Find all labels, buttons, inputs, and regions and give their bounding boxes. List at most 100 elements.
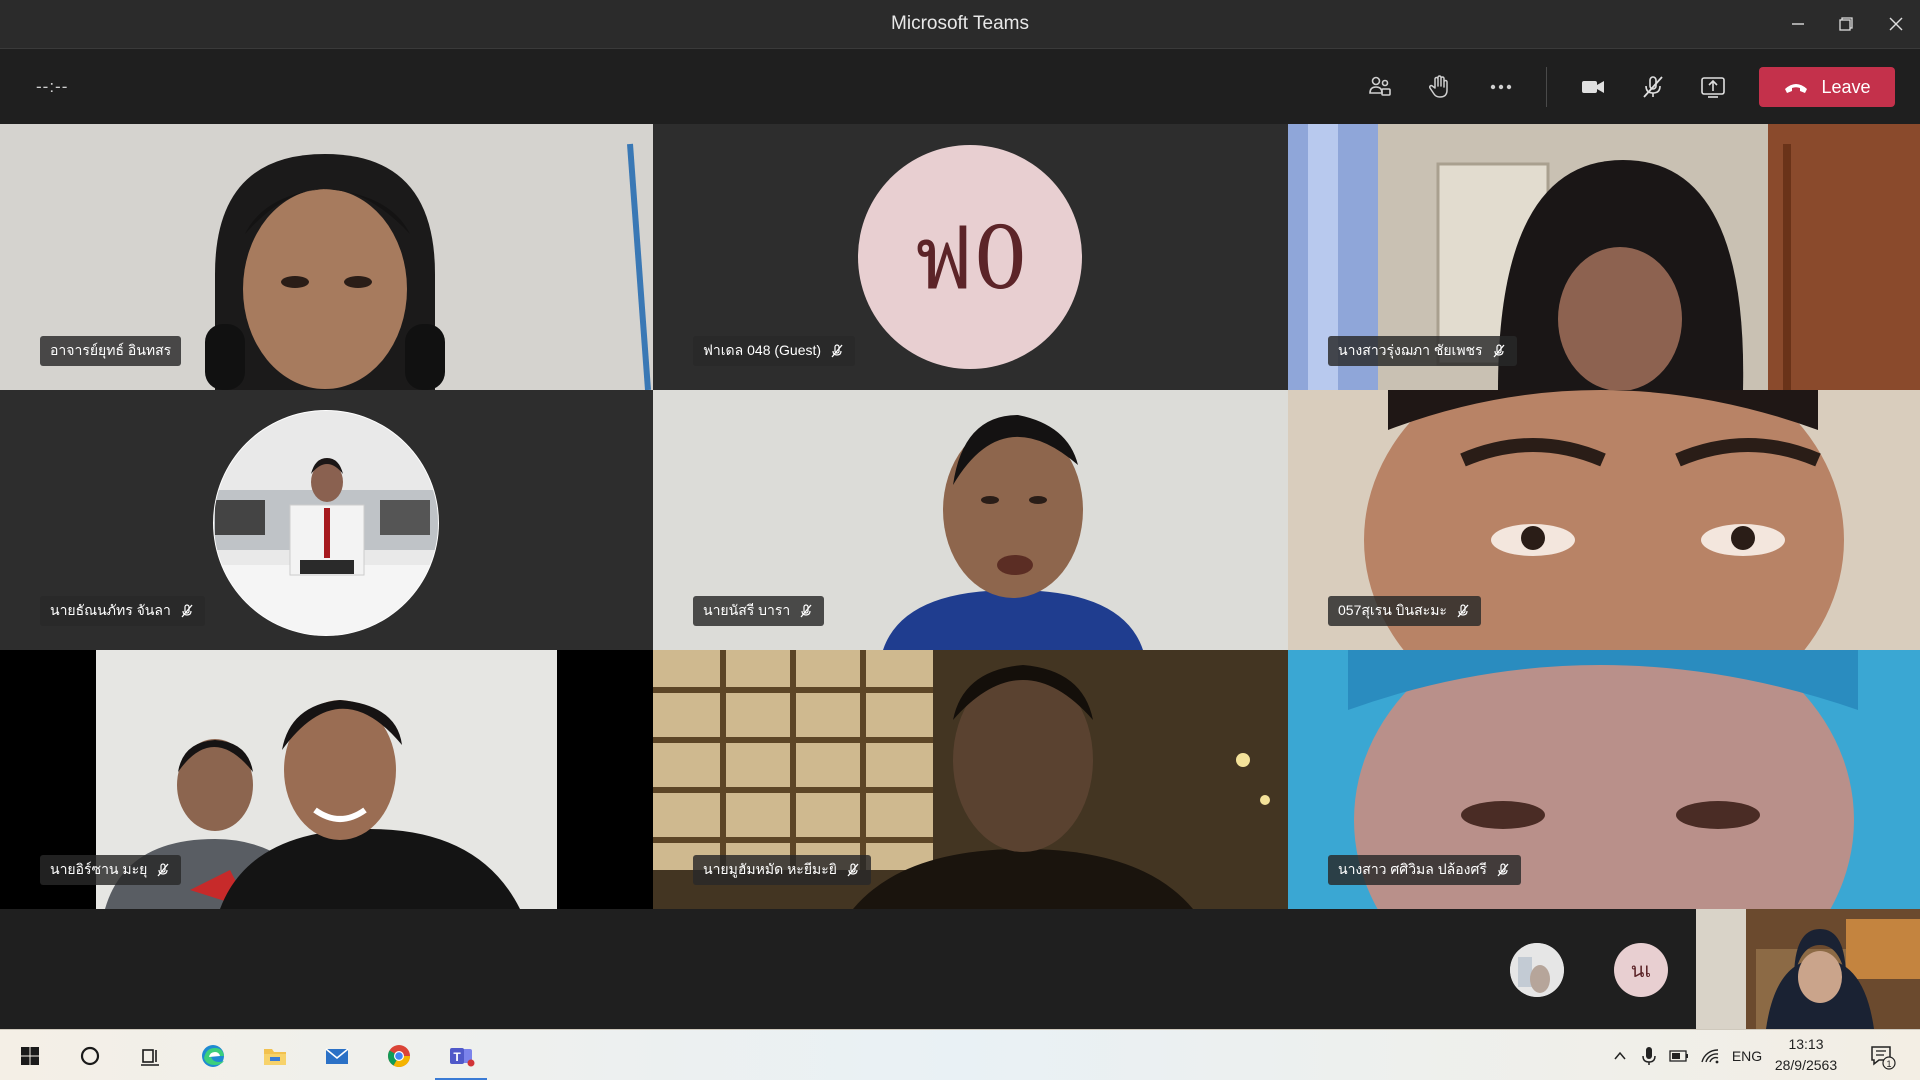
hand-icon bbox=[1428, 75, 1448, 98]
participants-icon bbox=[1369, 76, 1391, 96]
participant-name-tag: นายอิร์ซาน มะยุ bbox=[40, 855, 182, 885]
participant-name: ฟาเดล 048 (Guest) bbox=[703, 342, 822, 358]
microphone-muted-icon bbox=[1643, 76, 1663, 98]
microphone-muted-icon bbox=[1497, 863, 1509, 877]
share-screen-button[interactable] bbox=[1691, 67, 1735, 107]
toolbar-divider bbox=[1546, 67, 1547, 107]
avatar-initials: นเ bbox=[1630, 958, 1652, 982]
task-view-icon bbox=[141, 1048, 159, 1066]
taskbar-file-explorer[interactable] bbox=[245, 1030, 305, 1080]
task-view-button[interactable] bbox=[120, 1030, 180, 1080]
taskbar-chrome[interactable] bbox=[369, 1030, 429, 1080]
search-button[interactable] bbox=[60, 1030, 120, 1080]
participants-button[interactable] bbox=[1358, 67, 1402, 107]
microphone-muted-icon bbox=[1493, 344, 1505, 358]
more-icon bbox=[1490, 84, 1512, 90]
tray-battery[interactable] bbox=[1665, 1030, 1693, 1080]
participant-avatar: ฟ0 bbox=[858, 145, 1082, 369]
close-icon bbox=[1889, 17, 1903, 31]
participant-avatar-initials[interactable]: นเ bbox=[1614, 943, 1668, 997]
self-view-video[interactable] bbox=[1696, 909, 1920, 1029]
microphone-button[interactable] bbox=[1631, 67, 1675, 107]
video-tile[interactable]: นายมูฮัมหมัด หะยีมะยิ bbox=[653, 650, 1288, 909]
participant-name: นางสาวรุ่งฌภา ชัยเพชร bbox=[1338, 342, 1483, 358]
participant-name-tag: นายนัสรี บารา bbox=[693, 596, 825, 626]
video-tile[interactable]: นางสาว ศศิวิมล ปล้องศรี bbox=[1288, 650, 1920, 909]
video-tile[interactable]: นายอิร์ซาน มะยุ bbox=[0, 650, 653, 909]
participant-name: นายนัสรี บารา bbox=[703, 602, 791, 618]
microphone-muted-icon bbox=[1457, 604, 1469, 618]
windows-taskbar: T ENG 13:13 28/9/2563 1 bbox=[0, 1029, 1920, 1080]
edge-browser-icon bbox=[202, 1044, 224, 1067]
windows-logo-icon bbox=[21, 1046, 39, 1065]
notification-badge: 1 bbox=[1886, 1059, 1891, 1069]
clock-date: 28/9/2563 bbox=[1774, 1057, 1838, 1073]
video-tile[interactable]: ฟ0 ฟาเดล 048 (Guest) bbox=[653, 124, 1288, 390]
title-bar: Microsoft Teams bbox=[0, 0, 1920, 49]
leave-button[interactable]: Leave bbox=[1759, 67, 1895, 107]
tray-wifi[interactable] bbox=[1696, 1030, 1724, 1080]
participant-name: นายอิร์ซาน มะยุ bbox=[50, 861, 148, 877]
participant-name-tag: นางสาว ศศิวิมล ปล้องศรี bbox=[1328, 855, 1521, 885]
microphone-muted-icon bbox=[157, 863, 169, 877]
teams-icon: T bbox=[450, 1047, 475, 1066]
taskbar-edge[interactable] bbox=[183, 1030, 243, 1080]
camera-icon bbox=[1582, 81, 1604, 93]
restore-icon bbox=[1839, 17, 1853, 31]
microphone-muted-icon bbox=[800, 604, 812, 618]
self-video bbox=[1696, 909, 1920, 1029]
window-title: Microsoft Teams bbox=[891, 13, 1029, 34]
microphone-icon bbox=[1642, 1046, 1656, 1065]
avatar-photo bbox=[1510, 943, 1564, 997]
avatar-initials: ฟ0 bbox=[912, 208, 1028, 309]
participant-name-tag: นายมูฮัมหมัด หะยีมะยิ bbox=[693, 855, 871, 885]
microphone-muted-icon bbox=[847, 863, 859, 877]
microphone-muted-icon bbox=[831, 344, 843, 358]
clock-time: 13:13 bbox=[1788, 1036, 1824, 1052]
video-tile[interactable]: อาจารย์ยุทธ์ อินทสร bbox=[0, 124, 653, 390]
participant-name-tag: 057สุเรน บินสะมะ bbox=[1328, 596, 1481, 626]
participant-name: นายมูฮัมหมัด หะยีมะยิ bbox=[703, 861, 837, 877]
mail-icon bbox=[325, 1047, 349, 1064]
meeting-timer: --:-- bbox=[36, 77, 69, 96]
participant-name: 057สุเรน บินสะมะ bbox=[1338, 602, 1447, 618]
svg-text:T: T bbox=[453, 1050, 461, 1064]
participant-name: อาจารย์ยุทธ์ อินทสร bbox=[50, 342, 172, 358]
video-tile[interactable]: นายธัณนภัทร จันลา bbox=[0, 390, 653, 650]
notification-icon: 1 bbox=[1871, 1045, 1896, 1070]
more-actions-button[interactable] bbox=[1479, 67, 1523, 107]
close-window-button[interactable] bbox=[1866, 0, 1920, 48]
raise-hand-button[interactable] bbox=[1418, 67, 1462, 107]
tray-microphone[interactable] bbox=[1636, 1030, 1662, 1080]
share-tray-icon bbox=[1701, 77, 1725, 98]
participant-name-tag: นางสาวรุ่งฌภา ชัยเพชร bbox=[1328, 336, 1517, 366]
taskbar-clock[interactable]: 13:13 28/9/2563 bbox=[1756, 1034, 1856, 1076]
start-button[interactable] bbox=[0, 1030, 60, 1080]
participant-name: นายธัณนภัทร จันลา bbox=[50, 602, 171, 618]
meeting-toolbar: --:-- Leave bbox=[0, 49, 1920, 124]
participant-name: นางสาว ศศิวิมล ปล้องศรี bbox=[1338, 861, 1487, 877]
video-tile[interactable]: นางสาวรุ่งฌภา ชัยเพชร bbox=[1288, 124, 1920, 390]
taskbar-mail[interactable] bbox=[307, 1030, 367, 1080]
action-center-button[interactable]: 1 bbox=[1862, 1030, 1902, 1080]
taskbar-teams[interactable]: T bbox=[431, 1030, 491, 1080]
chrome-icon bbox=[388, 1044, 410, 1067]
minimize-icon bbox=[1792, 23, 1804, 25]
leave-label: Leave bbox=[1821, 76, 1871, 97]
wifi-icon bbox=[1701, 1048, 1719, 1063]
chevron-up-icon bbox=[1614, 1051, 1626, 1059]
microphone-muted-icon bbox=[181, 604, 193, 618]
participant-name-tag: ฟาเดล 048 (Guest) bbox=[693, 336, 856, 366]
cortana-search-icon bbox=[80, 1046, 100, 1065]
overflow-participants: นเ bbox=[0, 909, 1920, 1029]
folder-icon bbox=[264, 1048, 286, 1065]
show-hidden-icons-button[interactable] bbox=[1606, 1030, 1634, 1080]
camera-button[interactable] bbox=[1571, 67, 1615, 107]
hang-up-icon bbox=[1785, 84, 1808, 93]
participant-name-tag: อาจารย์ยุทธ์ อินทสร bbox=[40, 336, 182, 366]
battery-icon bbox=[1669, 1049, 1688, 1062]
participant-avatar-small[interactable] bbox=[1510, 943, 1564, 997]
teams-window: Microsoft Teams --:-- Leave อาจารย์ยุทธ์… bbox=[0, 0, 1920, 1080]
video-tile[interactable]: นายนัสรี บารา bbox=[653, 390, 1288, 650]
video-tile[interactable]: 057สุเรน บินสะมะ bbox=[1288, 390, 1920, 650]
